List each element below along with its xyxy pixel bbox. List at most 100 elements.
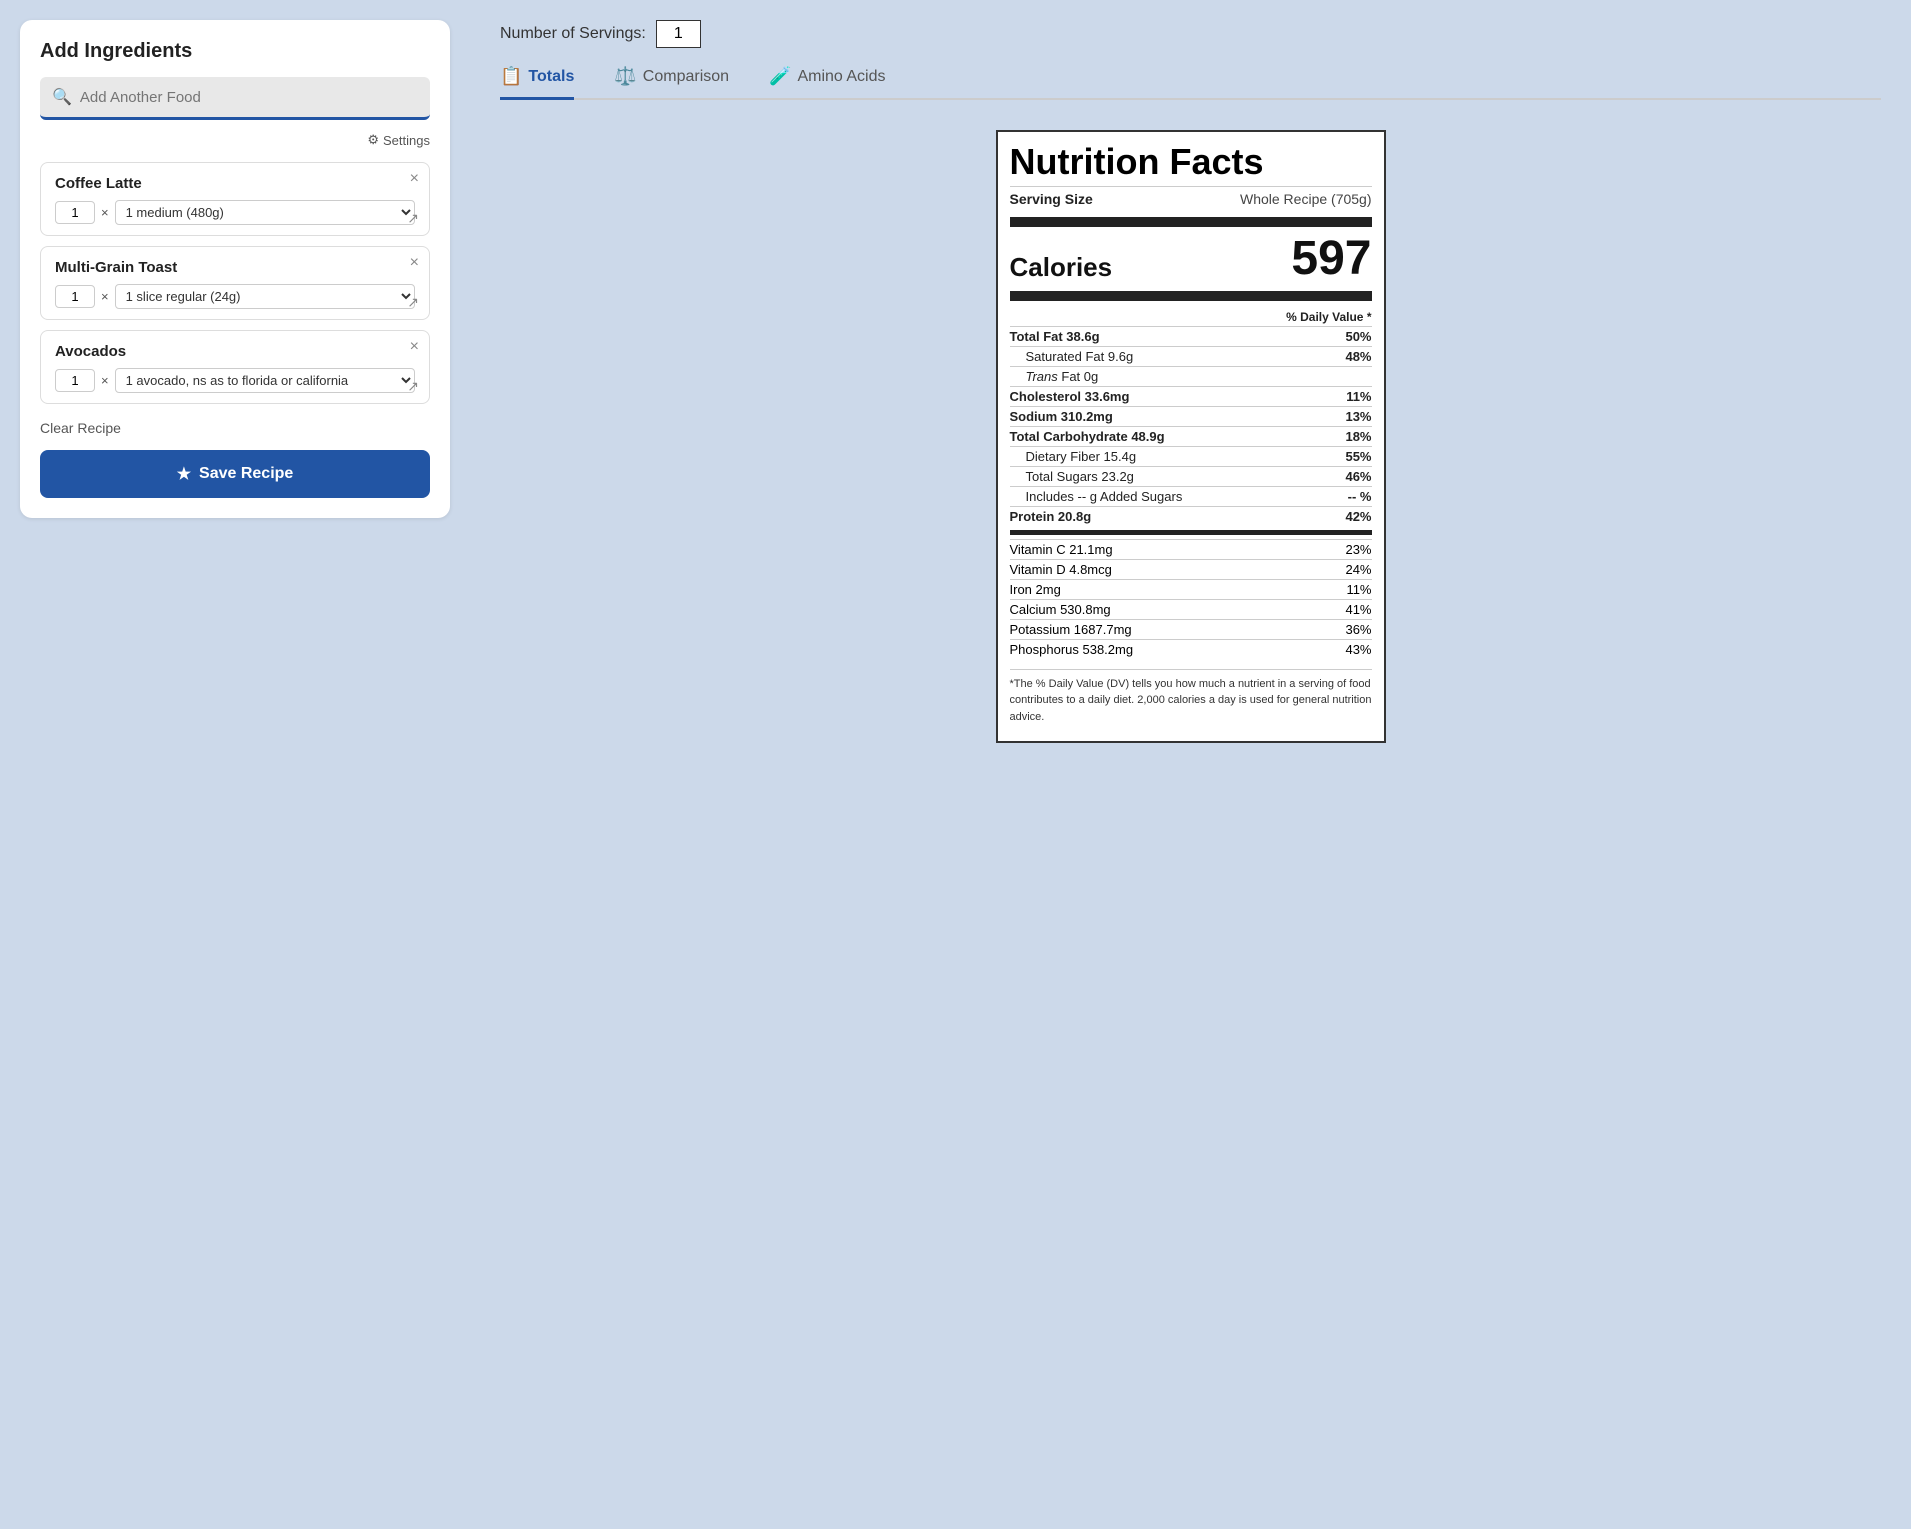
nf-dv-header: % Daily Value * (1010, 307, 1372, 326)
nf-vitamin-pct-0: 23% (1345, 542, 1371, 557)
nf-row-pct-4: 13% (1345, 409, 1371, 424)
ingredient-serving-select[interactable]: 1 medium (480g)1 small (240g)1 large (72… (115, 200, 415, 225)
ingredient-expand-btn[interactable]: ↗ (407, 294, 419, 311)
nf-row-pct-7: 46% (1345, 469, 1371, 484)
x-label: × (101, 205, 109, 220)
ingredient-item: × Avocados × 1 avocado, ns as to florida… (40, 330, 430, 404)
ingredients-card: Add Ingredients 🔍 ⚙ Settings × Coffee La… (20, 20, 450, 518)
search-container: 🔍 (40, 77, 430, 120)
card-title: Add Ingredients (40, 40, 430, 63)
nf-row-pct-0: 50% (1345, 329, 1371, 344)
save-recipe-label: Save Recipe (199, 465, 293, 483)
nf-row-5: Total Carbohydrate 48.9g 18% (1010, 426, 1372, 446)
nf-vitamin-label-1: Vitamin D 4.8mcg (1010, 562, 1112, 577)
nutrition-facts-panel: Nutrition Facts Serving Size Whole Recip… (996, 130, 1386, 743)
tab-comparison[interactable]: ⚖️ Comparison (614, 66, 729, 100)
ingredient-serving-select[interactable]: 1 avocado, ns as to florida or californi… (115, 368, 415, 393)
nf-calories-value: 597 (1291, 235, 1371, 283)
nf-vitamin-row-4: Potassium 1687.7mg 36% (1010, 619, 1372, 639)
nf-row-pct-5: 18% (1345, 429, 1371, 444)
amino-tab-icon: 🧪 (769, 66, 791, 87)
nf-vitamin-row-1: Vitamin D 4.8mcg 24% (1010, 559, 1372, 579)
tab-totals[interactable]: 📋 Totals (500, 66, 574, 100)
clear-recipe-link[interactable]: Clear Recipe (40, 420, 430, 436)
servings-label: Number of Servings: (500, 25, 646, 43)
nf-rows: Total Fat 38.6g 50% Saturated Fat 9.6g 4… (1010, 326, 1372, 526)
nf-row-7: Total Sugars 23.2g 46% (1010, 466, 1372, 486)
ingredient-qty-input[interactable] (55, 285, 95, 308)
nf-row-8: Includes -- g Added Sugars -- % (1010, 486, 1372, 506)
amino-tab-label: Amino Acids (797, 68, 885, 86)
ingredient-name: Multi-Grain Toast (55, 259, 415, 276)
nf-row-4: Sodium 310.2mg 13% (1010, 406, 1372, 426)
nf-vitamin-pct-1: 24% (1345, 562, 1371, 577)
nf-vitamins: Vitamin C 21.1mg 23% Vitamin D 4.8mcg 24… (1010, 539, 1372, 659)
nf-row-label-2: Trans Fat 0g (1010, 369, 1099, 384)
settings-row[interactable]: ⚙ Settings (40, 132, 430, 148)
ingredient-qty-input[interactable] (55, 369, 95, 392)
nf-row-label-0: Total Fat 38.6g (1010, 329, 1100, 344)
nf-vitamin-pct-2: 11% (1346, 582, 1371, 597)
nf-vitamin-row-0: Vitamin C 21.1mg 23% (1010, 539, 1372, 559)
nf-vitamin-row-2: Iron 2mg 11% (1010, 579, 1372, 599)
ingredient-controls: × 1 avocado, ns as to florida or califor… (55, 368, 415, 393)
nf-row-label-6: Dietary Fiber 15.4g (1010, 449, 1137, 464)
nf-title: Nutrition Facts (1010, 142, 1372, 187)
nf-row-1: Saturated Fat 9.6g 48% (1010, 346, 1372, 366)
nf-row-3: Cholesterol 33.6mg 11% (1010, 386, 1372, 406)
nf-vitamin-row-5: Phosphorus 538.2mg 43% (1010, 639, 1372, 659)
nf-row-9: Protein 20.8g 42% (1010, 506, 1372, 526)
ingredient-item: × Multi-Grain Toast × 1 slice regular (2… (40, 246, 430, 320)
right-panel: Number of Servings: 📋 Totals ⚖️ Comparis… (470, 0, 1911, 1529)
settings-icon: ⚙ (367, 132, 379, 148)
ingredient-remove-btn[interactable]: × (410, 255, 419, 271)
nf-row-0: Total Fat 38.6g 50% (1010, 326, 1372, 346)
save-recipe-button[interactable]: ★ Save Recipe (40, 450, 430, 498)
servings-row: Number of Servings: (500, 20, 1881, 48)
tabs-row: 📋 Totals ⚖️ Comparison 🧪 Amino Acids (500, 66, 1881, 100)
nf-vitamin-row-3: Calcium 530.8mg 41% (1010, 599, 1372, 619)
nf-row-label-4: Sodium 310.2mg (1010, 409, 1113, 424)
star-icon: ★ (177, 464, 191, 484)
nf-row-pct-1: 48% (1345, 349, 1371, 364)
nf-row-label-5: Total Carbohydrate 48.9g (1010, 429, 1165, 444)
ingredient-remove-btn[interactable]: × (410, 339, 419, 355)
x-label: × (101, 289, 109, 304)
nf-row-2: Trans Fat 0g (1010, 366, 1372, 386)
totals-tab-label: Totals (528, 68, 574, 86)
ingredient-controls: × 1 medium (480g)1 small (240g)1 large (… (55, 200, 415, 225)
search-input[interactable] (80, 89, 418, 106)
nf-medium-bar (1010, 530, 1372, 535)
nf-vitamin-pct-5: 43% (1345, 642, 1371, 657)
ingredient-qty-input[interactable] (55, 201, 95, 224)
settings-label: Settings (383, 133, 430, 148)
ingredient-expand-btn[interactable]: ↗ (407, 210, 419, 227)
nf-thick-bar (1010, 217, 1372, 227)
ingredient-item: × Coffee Latte × 1 medium (480g)1 small … (40, 162, 430, 236)
nf-calories-row: Calories 597 (1010, 233, 1372, 285)
ingredient-expand-btn[interactable]: ↗ (407, 378, 419, 395)
nf-serving-size-label: Serving Size (1010, 191, 1093, 207)
nf-row-label-8: Includes -- g Added Sugars (1010, 489, 1183, 504)
nf-vitamin-label-3: Calcium 530.8mg (1010, 602, 1111, 617)
ingredient-serving-select[interactable]: 1 slice regular (24g)1 slice thin (18g)1… (115, 284, 415, 309)
totals-tab-icon: 📋 (500, 66, 522, 87)
nf-vitamin-label-5: Phosphorus 538.2mg (1010, 642, 1134, 657)
search-wrapper[interactable]: 🔍 (40, 77, 430, 120)
ingredient-name: Coffee Latte (55, 175, 415, 192)
nf-footer-note: *The % Daily Value (DV) tells you how mu… (1010, 669, 1372, 726)
ingredient-remove-btn[interactable]: × (410, 171, 419, 187)
nf-row-pct-8: -- % (1348, 489, 1372, 504)
nf-row-label-9: Protein 20.8g (1010, 509, 1092, 524)
nf-row-pct-6: 55% (1345, 449, 1371, 464)
nf-row-label-3: Cholesterol 33.6mg (1010, 389, 1130, 404)
comparison-tab-label: Comparison (643, 68, 729, 86)
nf-row-6: Dietary Fiber 15.4g 55% (1010, 446, 1372, 466)
tab-amino[interactable]: 🧪 Amino Acids (769, 66, 885, 100)
servings-input[interactable] (656, 20, 701, 48)
ingredient-name: Avocados (55, 343, 415, 360)
nf-serving-row: Serving Size Whole Recipe (705g) (1010, 191, 1372, 211)
nf-vitamin-label-4: Potassium 1687.7mg (1010, 622, 1132, 637)
nf-row-label-7: Total Sugars 23.2g (1010, 469, 1134, 484)
nf-vitamin-label-2: Iron 2mg (1010, 582, 1061, 597)
